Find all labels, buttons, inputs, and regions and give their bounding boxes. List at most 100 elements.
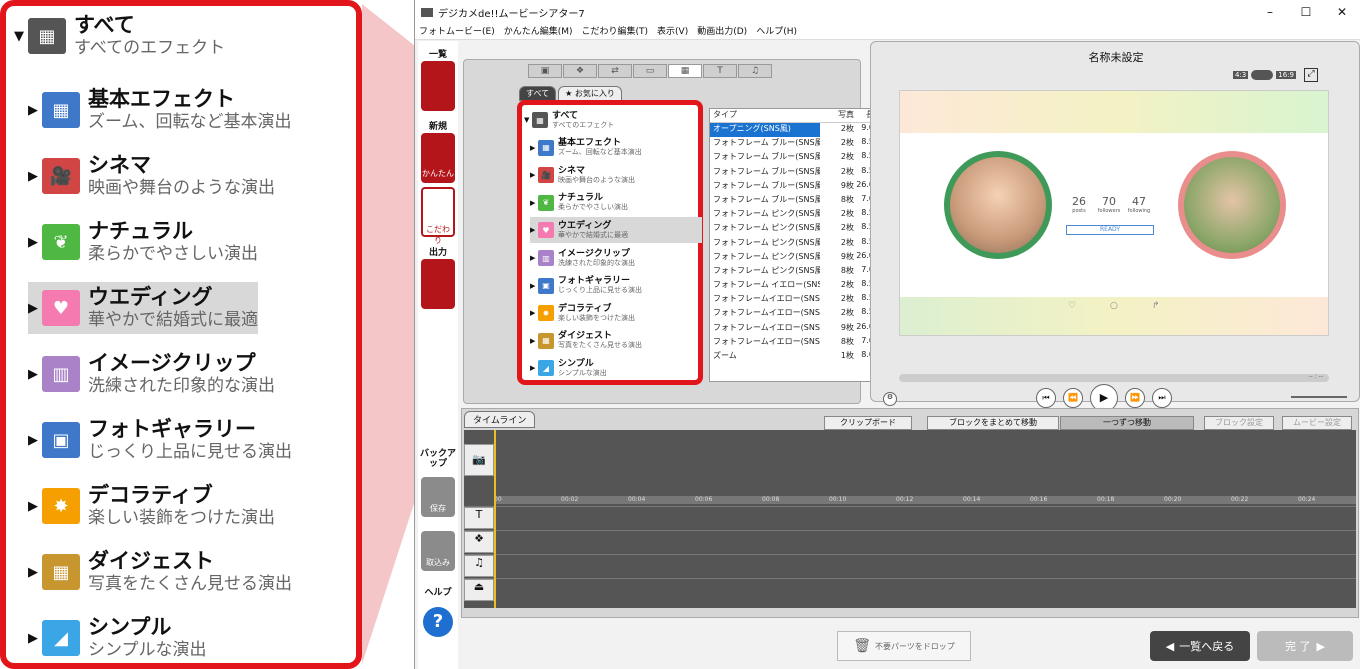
clipboard-button[interactable]: クリップボード <box>824 416 912 430</box>
effect-list-row[interactable]: フォトフレーム ブルー(SNS風) 8枚 7.0 <box>710 194 887 208</box>
decoration-track-icon[interactable]: ❖ <box>464 531 494 553</box>
effect-list-row[interactable]: フォトフレーム ピンク(SNS風) 8枚 7.0 <box>710 265 887 279</box>
effect-list-row[interactable]: フォトフレームイエロー(SNS風) 8枚 7.0 <box>710 336 887 350</box>
effect-list-row[interactable]: フォトフレーム イエロー(SNS風)2枚8.5 <box>710 279 887 293</box>
skip-start-icon[interactable]: ⏮ <box>1036 388 1056 408</box>
expand-arrow-icon[interactable]: ▶ <box>28 499 42 514</box>
import-button[interactable]: 取込み <box>421 531 455 571</box>
rewind-icon[interactable]: ⏪ <box>1063 388 1083 408</box>
zoom-category-2[interactable]: ▶ 🎥 シネマ 映画や舞台のような演出 <box>28 150 275 202</box>
zoom-category-6[interactable]: ▶ ▣ フォトギャラリー じっくり上品に見せる演出 <box>28 414 292 466</box>
text-track-icon[interactable]: T <box>464 507 494 529</box>
expand-arrow-icon[interactable]: ▶ <box>530 171 538 179</box>
expand-arrow-icon[interactable]: ▼ <box>14 29 28 44</box>
category-item-8[interactable]: ▶ ▦ ダイジェスト 写真をたくさん見せる演出 <box>530 328 702 354</box>
text-track[interactable]: T <box>464 506 1356 529</box>
zoom-category-9[interactable]: ▶ ◢ シンプル シンプルな演出 <box>28 612 207 664</box>
category-item-9[interactable]: ▶ ◢ シンプル シンプルな演出 <box>530 355 702 381</box>
effect-list-row[interactable]: フォトフレーム ピンク(SNS風) 2枚 8.5 <box>710 208 887 222</box>
expand-arrow-icon[interactable]: ▶ <box>530 337 538 345</box>
drop-zone[interactable]: 🗑 不要パーツをドロップ <box>837 631 971 661</box>
expand-arrow-icon[interactable]: ▶ <box>530 144 538 152</box>
expand-arrow-icon[interactable]: ▶ <box>28 433 42 448</box>
expand-arrow-icon[interactable]: ▶ <box>530 282 538 290</box>
expand-arrow-icon[interactable]: ▶ <box>530 309 538 317</box>
detail-button[interactable]: こだわり <box>421 187 455 245</box>
preview-settings-icon[interactable]: ⚙ <box>883 392 897 406</box>
effect-list-row[interactable]: フォトフレーム ブルー(SNS風) 2枚 8.5 <box>710 137 887 151</box>
tab-decoration-icon[interactable]: ❖ <box>563 64 597 78</box>
fast-forward-icon[interactable]: ⏩ <box>1125 388 1145 408</box>
expand-arrow-icon[interactable]: ▶ <box>530 254 538 262</box>
zoom-category-3[interactable]: ▶ ❦ ナチュラル 柔らかでやさしい演出 <box>28 216 258 268</box>
category-item-1[interactable]: ▶ ▦ 基本エフェクト ズーム、回転など基本演出 <box>530 135 702 161</box>
seek-bar[interactable]: -- : -- <box>899 373 1329 382</box>
category-item-7[interactable]: ▶ ✸ デコラティブ 楽しい装飾をつけた演出 <box>530 300 702 326</box>
zoom-category-0[interactable]: ▼ ▦ すべて すべてのエフェクト <box>14 10 225 62</box>
effect-list-row[interactable]: オープニング(SNS風) 2枚 9.0 <box>710 123 887 138</box>
menu-view[interactable]: 表示(V) <box>657 24 688 39</box>
expand-arrow-icon[interactable]: ▶ <box>28 631 42 646</box>
menu-easy-edit[interactable]: かんたん編集(M) <box>504 24 573 39</box>
effect-list-row[interactable]: フォトフレーム ブルー(SNS風) 9枚 26.0 <box>710 180 887 194</box>
zoom-category-7[interactable]: ▶ ✸ デコラティブ 楽しい装飾をつけた演出 <box>28 480 275 532</box>
category-item-5[interactable]: ▶ ▥ イメージクリップ 洗練された印象的な演出 <box>530 245 702 271</box>
fullscreen-icon[interactable]: ⤢ <box>1304 68 1318 82</box>
zoom-category-8[interactable]: ▶ ▦ ダイジェスト 写真をたくさん見せる演出 <box>28 546 292 598</box>
zoom-category-1[interactable]: ▶ ▦ 基本エフェクト ズーム、回転など基本演出 <box>28 84 292 136</box>
timeline-tab[interactable]: タイムライン <box>464 411 536 428</box>
photo-track-icon[interactable]: 📷 <box>464 444 494 476</box>
expand-arrow-icon[interactable]: ▶ <box>530 199 538 207</box>
category-item-2[interactable]: ▶ 🎥 シネマ 映画や舞台のような演出 <box>530 162 702 188</box>
narration-track[interactable]: ⏏ <box>464 578 1356 601</box>
aspect-16-9-button[interactable]: 16:9 <box>1276 71 1296 79</box>
menu-output[interactable]: 動画出力(D) <box>697 24 747 39</box>
skip-end-icon[interactable]: ⏭ <box>1152 388 1172 408</box>
easy-button[interactable]: かんたん <box>421 133 455 183</box>
aspect-4-3-button[interactable]: 4:3 <box>1233 71 1249 79</box>
effect-list-row[interactable]: フォトフレーム ブルー(SNS風) 2枚 8.5 <box>710 166 887 180</box>
output-button[interactable] <box>421 259 455 309</box>
tab-layout-icon[interactable]: ▣ <box>528 64 562 78</box>
expand-arrow-icon[interactable]: ▼ <box>524 116 532 124</box>
help-icon[interactable]: ? <box>423 607 453 637</box>
block-settings-button[interactable]: ブロック設定 <box>1204 416 1274 430</box>
single-move-button[interactable]: 一つずつ移動 <box>1060 416 1194 430</box>
tab-sound-icon[interactable]: ♫ <box>738 64 772 78</box>
narration-track-icon[interactable]: ⏏ <box>464 579 494 601</box>
category-item-0[interactable]: ▼ ▦ すべて すべてのエフェクト <box>524 107 696 133</box>
minimize-button[interactable]: – <box>1252 5 1288 19</box>
col-photos[interactable]: 写真 <box>820 109 854 122</box>
maximize-button[interactable]: ☐ <box>1288 5 1324 19</box>
subtab-all[interactable]: すべて <box>519 86 557 101</box>
expand-arrow-icon[interactable]: ▶ <box>28 301 42 316</box>
tab-frame-icon[interactable]: ▭ <box>633 64 667 78</box>
expand-arrow-icon[interactable]: ▶ <box>530 364 538 372</box>
effect-list-row[interactable]: ズーム 1枚 8.0 <box>710 350 887 364</box>
category-item-3[interactable]: ▶ ❦ ナチュラル 柔らかでやさしい演出 <box>530 190 702 216</box>
expand-arrow-icon[interactable]: ▶ <box>28 367 42 382</box>
close-button[interactable]: ✕ <box>1324 5 1360 19</box>
tab-transition-icon[interactable]: ⇄ <box>598 64 632 78</box>
effect-list-row[interactable]: フォトフレーム ピンク(SNS風) 2枚 8.5 <box>710 237 887 251</box>
effect-list-row[interactable]: フォトフレーム ピンク(SNS風) 2枚 8.5 <box>710 222 887 236</box>
expand-arrow-icon[interactable]: ▶ <box>28 103 42 118</box>
zoom-category-5[interactable]: ▶ ▥ イメージクリップ 洗練された印象的な演出 <box>28 348 275 400</box>
done-button[interactable]: 完 了 ▶ <box>1257 631 1353 661</box>
new-button[interactable] <box>421 61 455 111</box>
effect-list-row[interactable]: フォトフレームイエロー(SNS風) 2枚 8.5 <box>710 293 887 307</box>
subtab-favorites[interactable]: ★ お気に入り <box>558 86 622 101</box>
volume-slider[interactable] <box>1291 396 1347 398</box>
expand-arrow-icon[interactable]: ▶ <box>28 235 42 250</box>
effect-list-row[interactable]: フォトフレームイエロー(SNS風) 2枚 8.5 <box>710 307 887 321</box>
block-move-button[interactable]: ブロックをまとめて移動 <box>927 416 1059 430</box>
effect-list-row[interactable]: フォトフレームイエロー(SNS風) 9枚 26.0 <box>710 322 887 336</box>
category-item-4[interactable]: ▶ ♥ ウエディング 華やかで結婚式に最適 <box>530 217 702 244</box>
effect-list-row[interactable]: フォトフレーム ブルー(SNS風) 2枚 8.5 <box>710 151 887 165</box>
timeline-tracks[interactable]: 📷 00 00:02 00:04 00:06 00:08 00:10 00:12 00:14 0… <box>464 430 1356 608</box>
aspect-toggle[interactable] <box>1251 70 1274 80</box>
save-button[interactable]: 保存 <box>421 477 455 517</box>
col-type[interactable]: タイプ <box>710 109 820 122</box>
back-to-list-button[interactable]: ◀ 一覧へ戻る <box>1150 631 1250 661</box>
movie-settings-button[interactable]: ムービー設定 <box>1282 416 1352 430</box>
